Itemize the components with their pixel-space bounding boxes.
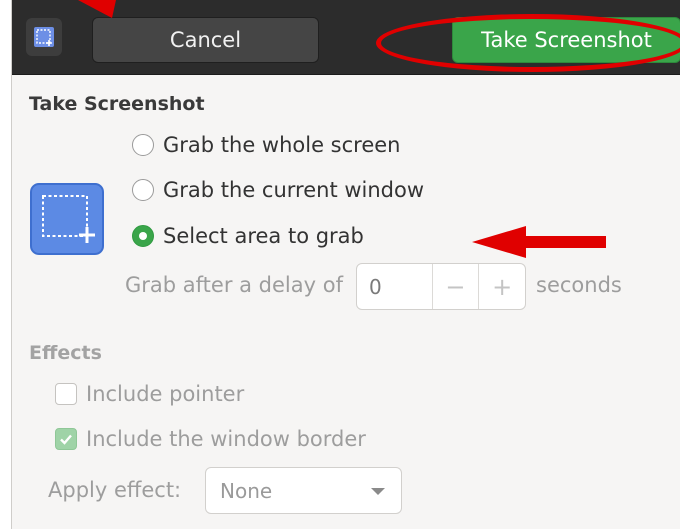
option-label: Grab the whole screen (163, 133, 401, 157)
radio-select-area[interactable] (132, 225, 154, 247)
delay-spinbutton[interactable]: 0 − + (356, 263, 526, 310)
option-whole-screen[interactable]: Grab the whole screen (132, 133, 401, 157)
section-title: Take Screenshot (29, 93, 205, 115)
include-pointer-checkbox[interactable] (55, 383, 77, 405)
radio-whole-screen[interactable] (132, 134, 154, 156)
screenshot-dialog: Cancel Take Screenshot Take Screenshot G… (11, 0, 680, 529)
delay-label: Grab after a delay of (125, 273, 343, 297)
apply-effect-dropdown[interactable]: None (205, 467, 402, 514)
checkmark-icon (60, 434, 72, 445)
annotation-arrow-icon (78, 0, 116, 18)
effects-title: Effects (29, 342, 102, 364)
include-border-checkbox[interactable] (55, 428, 77, 450)
select-area-icon (30, 183, 104, 255)
radio-current-window[interactable] (132, 179, 154, 201)
checkbox-label: Include pointer (86, 382, 245, 406)
decrement-button[interactable]: − (431, 264, 479, 309)
dropdown-arrow-icon (371, 488, 385, 495)
dropdown-value: None (220, 478, 273, 503)
cancel-button[interactable]: Cancel (92, 17, 319, 63)
increment-button[interactable]: + (478, 264, 525, 309)
option-current-window[interactable]: Grab the current window (132, 178, 424, 202)
delay-unit: seconds (536, 273, 622, 297)
screenshot-app-icon (26, 18, 62, 56)
apply-effect-label: Apply effect: (48, 478, 182, 502)
delay-value[interactable]: 0 (357, 264, 432, 309)
take-screenshot-button[interactable]: Take Screenshot (452, 17, 680, 63)
option-label: Grab the current window (163, 178, 425, 202)
checkbox-label: Include the window border (86, 427, 366, 451)
annotation-arrow-icon (472, 226, 606, 258)
include-border-option[interactable]: Include the window border (55, 427, 366, 451)
include-pointer-option[interactable]: Include pointer (55, 382, 244, 406)
option-label: Select area to grab (163, 224, 364, 248)
option-select-area[interactable]: Select area to grab (132, 224, 364, 248)
